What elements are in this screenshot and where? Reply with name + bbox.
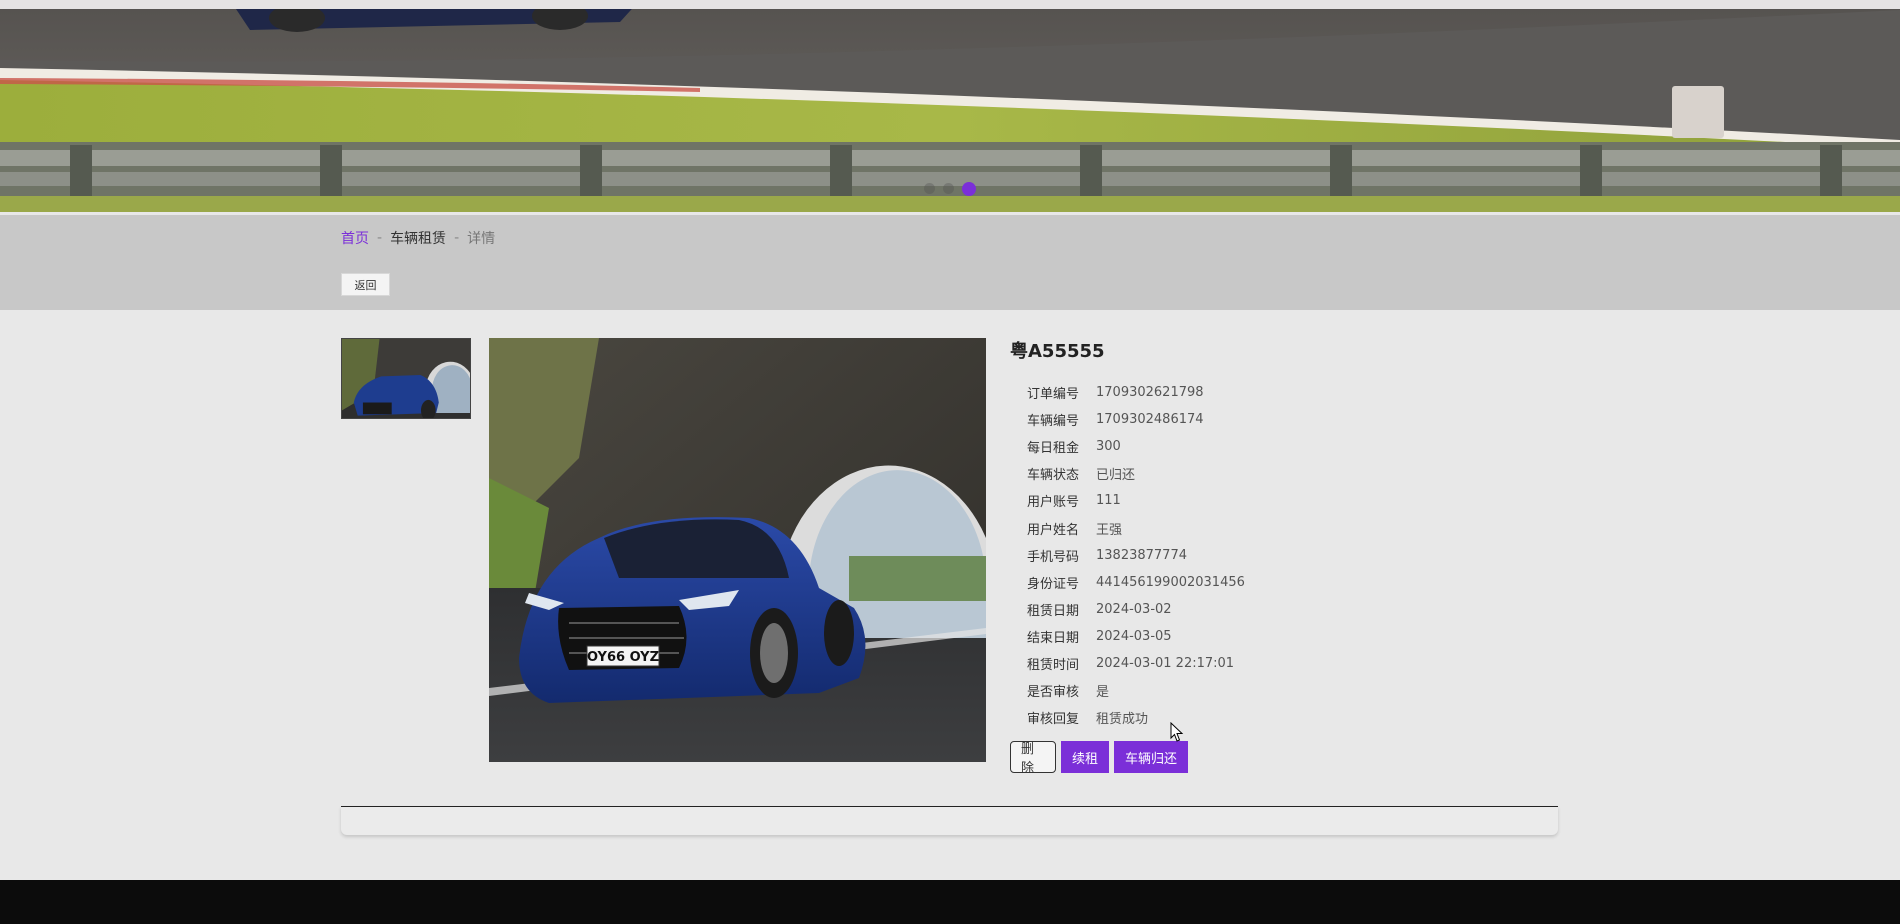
breadcrumb-band [0,215,1900,310]
detail-value: 2024-03-02 [1096,602,1172,617]
car-thumbnail[interactable] [341,338,471,419]
detail-row-review-reply: 审核回复 租赁成功 [1010,704,1245,731]
content-divider-panel [341,806,1558,835]
car-thumbnail-image [342,339,471,419]
detail-row-id-number: 身份证号 441456199002031456 [1010,569,1245,596]
detail-value: 租赁成功 [1096,708,1148,727]
breadcrumb: 首页 - 车辆租赁 - 详情 [341,228,495,248]
detail-row-user-account: 用户账号 111 [1010,487,1245,514]
detail-label: 每日租金 [1010,437,1096,456]
breadcrumb-home-link[interactable]: 首页 [341,228,369,248]
rental-detail-list: 订单编号 1709302621798 车辆编号 1709302486174 每日… [1010,379,1245,731]
detail-label: 结束日期 [1010,627,1096,646]
breadcrumb-section-link[interactable]: 车辆租赁 [390,228,446,248]
detail-label: 身份证号 [1010,573,1096,592]
breadcrumb-separator: - [377,230,382,246]
detail-label: 租赁时间 [1010,654,1096,673]
detail-row-rental-date: 租赁日期 2024-03-02 [1010,596,1245,623]
renew-button[interactable]: 续租 [1061,741,1109,773]
detail-label: 车辆编号 [1010,410,1096,429]
carousel-dot-active[interactable] [962,182,976,196]
detail-value: 441456199002031456 [1096,575,1245,590]
detail-row-rental-time: 租赁时间 2024-03-01 22:17:01 [1010,650,1245,677]
detail-label: 审核回复 [1010,708,1096,727]
detail-row-vehicle-number: 车辆编号 1709302486174 [1010,406,1245,433]
detail-row-vehicle-status: 车辆状态 已归还 [1010,460,1245,487]
detail-row-daily-rent: 每日租金 300 [1010,433,1245,460]
racetrack-banner-image [0,0,1900,212]
delete-button[interactable]: 删除 [1010,741,1056,773]
carousel-indicators [0,183,1900,196]
detail-label: 手机号码 [1010,546,1096,565]
detail-label: 用户姓名 [1010,519,1096,538]
window-edge [1900,0,1904,924]
carousel-dot[interactable] [924,183,935,194]
detail-row-end-date: 结束日期 2024-03-05 [1010,623,1245,650]
detail-value: 2024-03-01 22:17:01 [1096,656,1234,671]
hero-banner [0,0,1900,212]
detail-value: 王强 [1096,519,1122,538]
detail-row-user-name: 用户姓名 王强 [1010,514,1245,541]
detail-value: 13823877774 [1096,548,1187,563]
detail-value: 1709302621798 [1096,385,1204,400]
detail-value: 是 [1096,681,1109,700]
action-buttons: 删除 续租 车辆归还 [1010,741,1188,773]
detail-label: 用户账号 [1010,491,1096,510]
car-plate-title: 粤A55555 [1010,337,1105,363]
detail-label: 车辆状态 [1010,464,1096,483]
detail-row-reviewed: 是否审核 是 [1010,677,1245,704]
detail-label: 租赁日期 [1010,600,1096,619]
detail-label: 是否审核 [1010,681,1096,700]
breadcrumb-current: 详情 [467,228,495,248]
mouse-cursor-icon [1170,722,1184,743]
detail-value: 300 [1096,439,1121,454]
back-button[interactable]: 返回 [341,273,390,296]
detail-value: 111 [1096,493,1121,508]
detail-value: 1709302486174 [1096,412,1204,427]
detail-value: 已归还 [1096,464,1135,483]
detail-label: 订单编号 [1010,383,1096,402]
detail-value: 2024-03-05 [1096,629,1172,644]
license-plate-text: OY66 OYZ [587,650,659,665]
car-main-photo: OY66 OYZ [489,338,986,762]
return-vehicle-button[interactable]: 车辆归还 [1114,741,1188,773]
detail-row-phone: 手机号码 13823877774 [1010,542,1245,569]
page-footer [0,880,1900,924]
banner-top-strip [0,0,1900,9]
breadcrumb-separator: - [454,230,459,246]
car-photo: OY66 OYZ [489,338,986,762]
carousel-dot[interactable] [943,183,954,194]
detail-row-order-number: 订单编号 1709302621798 [1010,379,1245,406]
